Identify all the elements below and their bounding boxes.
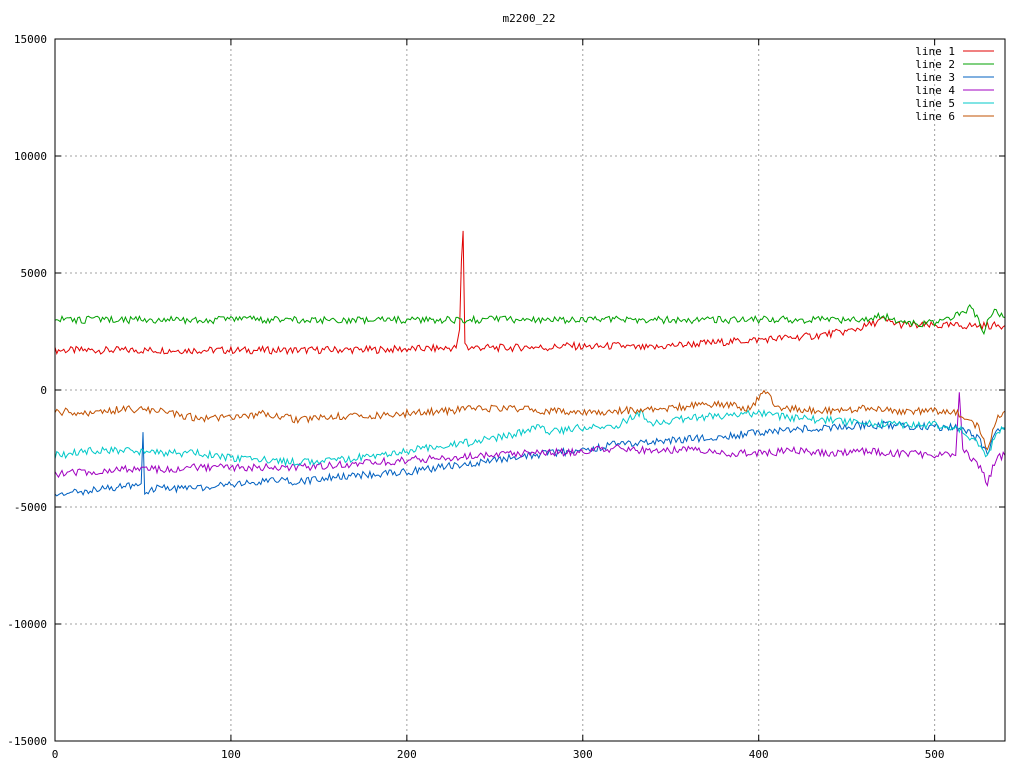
legend-label: line 4: [915, 84, 955, 97]
x-tick-label: 500: [925, 748, 945, 761]
x-tick-label: 0: [52, 748, 59, 761]
y-tick-label: -15000: [7, 735, 47, 748]
x-tick-label: 200: [397, 748, 417, 761]
legend-label: line 5: [915, 97, 955, 110]
legend-label: line 1: [915, 45, 955, 58]
x-tick-label: 400: [749, 748, 769, 761]
legend-label: line 3: [915, 71, 955, 84]
y-tick-label: -10000: [7, 618, 47, 631]
chart-title: m2200_22: [503, 12, 556, 25]
chart-background: [0, 0, 1024, 768]
legend-label: line 6: [915, 110, 955, 123]
y-tick-label: 10000: [14, 150, 47, 163]
line-chart: m2200_22 -15000-10000-500005000100001500…: [0, 0, 1024, 768]
y-tick-label: -5000: [14, 501, 47, 514]
y-tick-label: 15000: [14, 33, 47, 46]
y-tick-label: 0: [40, 384, 47, 397]
x-tick-label: 300: [573, 748, 593, 761]
legend-label: line 2: [915, 58, 955, 71]
x-tick-label: 100: [221, 748, 241, 761]
y-tick-label: 5000: [21, 267, 48, 280]
